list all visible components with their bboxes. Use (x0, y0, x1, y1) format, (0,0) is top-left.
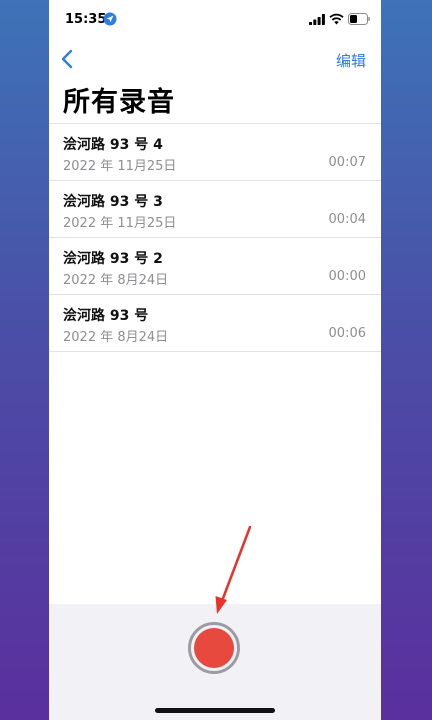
status-bar: 15:35 (49, 0, 381, 40)
home-indicator[interactable] (155, 708, 275, 713)
recording-list: 浍河路 93 号 4 2022 年 11月25日 00:07 浍河路 93 号 … (49, 123, 381, 352)
recording-item[interactable]: 浍河路 93 号 3 2022 年 11月25日 00:04 (49, 181, 381, 238)
location-icon (103, 12, 117, 26)
back-button[interactable] (55, 46, 79, 72)
phone-screen: 15:35 编辑 所有录音 浍河路 93 号 4 2022 年 11月25日 0… (49, 0, 381, 720)
recording-duration: 00:07 (328, 155, 366, 170)
recording-date: 2022 年 8月24日 (63, 330, 169, 345)
wifi-icon (329, 13, 344, 25)
bottom-toolbar (49, 604, 381, 720)
signal-icon (309, 14, 325, 25)
battery-icon (348, 13, 370, 25)
recording-title: 浍河路 93 号 2 (63, 251, 163, 267)
recording-item[interactable]: 浍河路 93 号 2 2022 年 8月24日 00:00 (49, 238, 381, 295)
record-button[interactable] (188, 622, 240, 674)
recording-duration: 00:06 (328, 326, 366, 341)
page-title: 所有录音 (63, 87, 175, 118)
recording-item[interactable]: 浍河路 93 号 4 2022 年 11月25日 00:07 (49, 124, 381, 181)
recording-date: 2022 年 11月25日 (63, 216, 177, 231)
recording-title: 浍河路 93 号 3 (63, 194, 163, 210)
recording-item[interactable]: 浍河路 93 号 2022 年 8月24日 00:06 (49, 295, 381, 352)
recording-duration: 00:04 (328, 212, 366, 227)
status-time: 15:35 (65, 12, 107, 27)
recording-title: 浍河路 93 号 4 (63, 137, 163, 153)
recording-date: 2022 年 11月25日 (63, 159, 177, 174)
chevron-left-icon (61, 49, 73, 69)
recording-date: 2022 年 8月24日 (63, 273, 169, 288)
edit-button[interactable]: 编辑 (336, 50, 366, 71)
recording-duration: 00:00 (328, 269, 366, 284)
recording-title: 浍河路 93 号 (63, 308, 149, 324)
record-dot-icon (194, 628, 234, 668)
